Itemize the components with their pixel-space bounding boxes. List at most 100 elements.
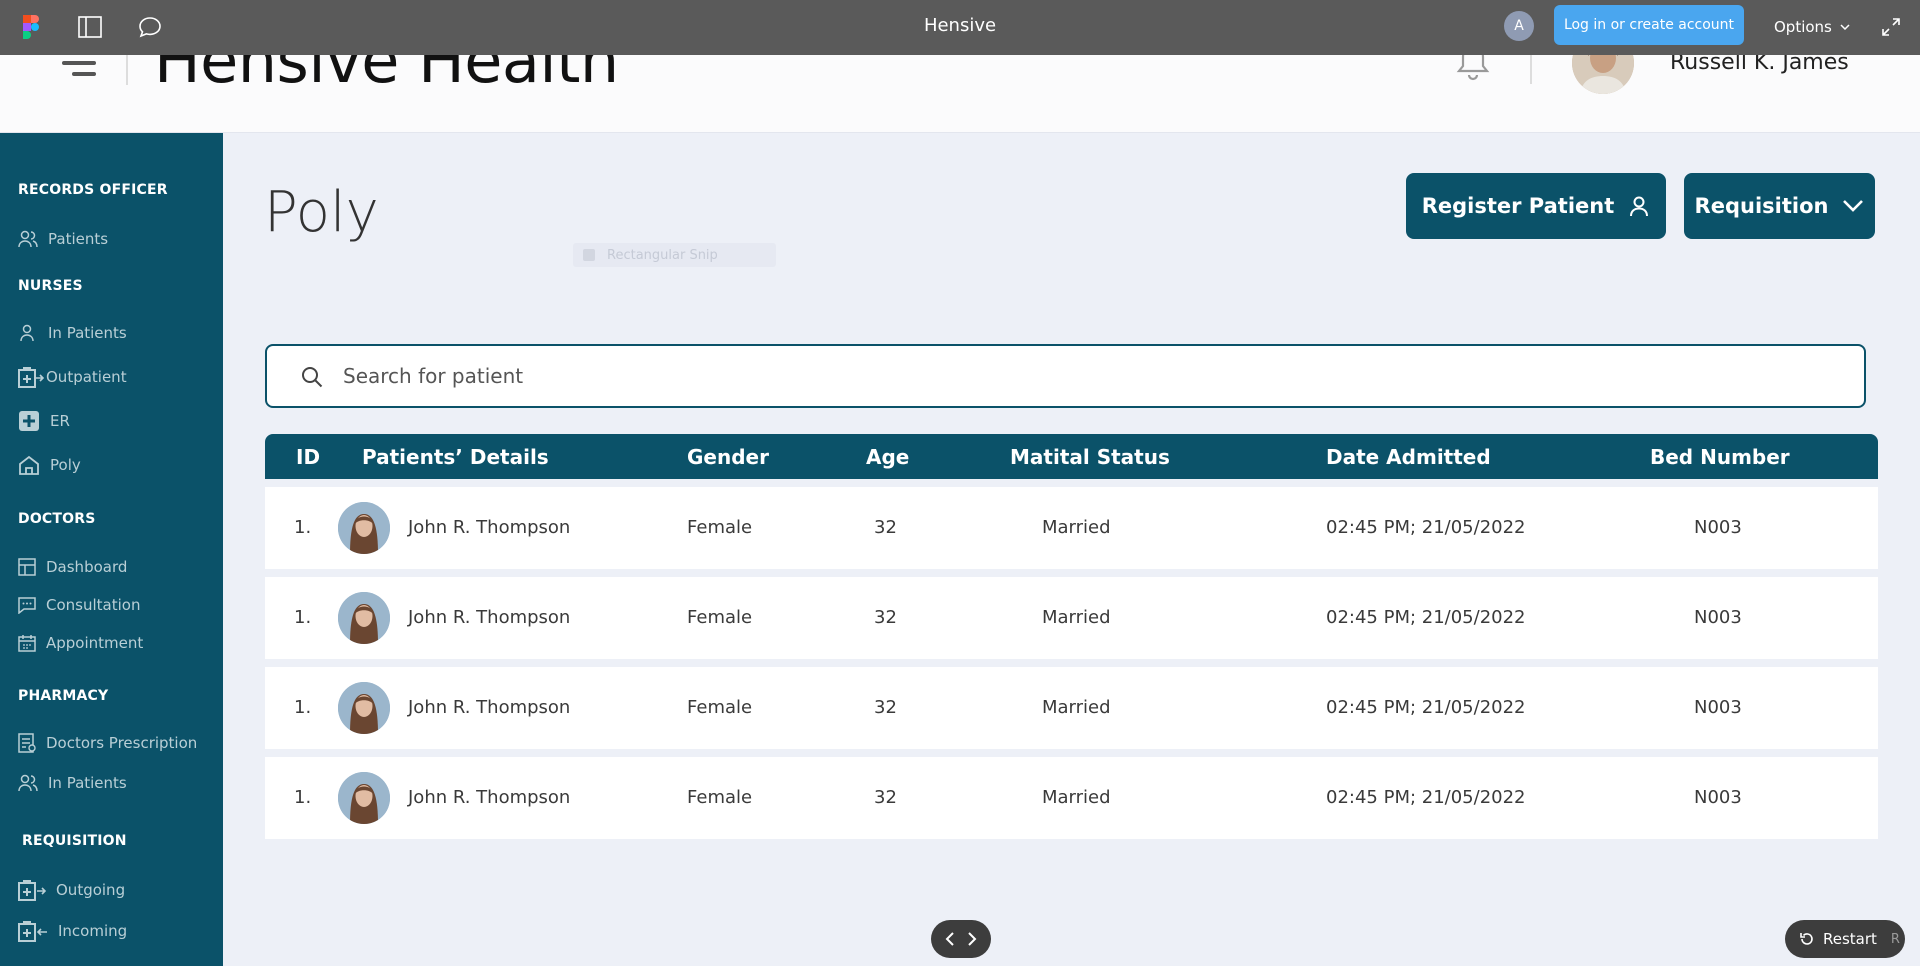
calendar-icon: [18, 635, 36, 652]
dashboard-icon: [18, 558, 36, 576]
cell-gender: Female: [687, 607, 753, 628]
chevron-down-icon: [1840, 24, 1850, 30]
chevron-right-icon[interactable]: [966, 931, 978, 947]
requisition-label: Requisition: [1694, 194, 1829, 218]
cell-date-admitted: 02:45 PM; 21/05/2022: [1326, 607, 1526, 628]
box-arrow-out-icon: [18, 880, 46, 901]
users-icon: [18, 774, 38, 792]
sidebar-item-incoming[interactable]: Incoming: [18, 918, 127, 944]
cell-date-admitted: 02:45 PM; 21/05/2022: [1326, 697, 1526, 718]
sidebar: RECORDS OFFICER Patients NURSES In Patie…: [0, 133, 223, 966]
sidebar-item-outpatient[interactable]: Outpatient: [18, 364, 127, 390]
column-header-patient-details[interactable]: Patients’ Details: [362, 445, 549, 469]
sidebar-item-consultation[interactable]: Consultation: [18, 592, 140, 618]
search-input[interactable]: [343, 358, 1823, 394]
chevron-left-icon[interactable]: [944, 931, 956, 947]
cell-marital-status: Married: [1042, 697, 1111, 718]
cell-gender: Female: [687, 517, 753, 538]
restart-icon: [1800, 933, 1813, 945]
cell-patient-name: John R. Thompson: [408, 697, 571, 718]
register-patient-button[interactable]: Register Patient: [1406, 173, 1666, 239]
cell-patient-name: John R. Thompson: [408, 787, 571, 808]
cell-age: 32: [874, 697, 897, 718]
chat-icon: [18, 597, 36, 614]
figma-toolbar: Hensive A Log in or create account Optio…: [0, 0, 1920, 55]
prototype-pager: [931, 920, 991, 958]
login-button[interactable]: Log in or create account: [1554, 5, 1744, 45]
sidebar-item-label: Outpatient: [46, 368, 127, 386]
box-arrow-out-icon: [18, 367, 44, 388]
figma-logo-icon[interactable]: [16, 12, 46, 42]
user-icon: [20, 324, 34, 342]
sidebar-item-patients[interactable]: Patients: [18, 226, 108, 252]
sidebar-item-er[interactable]: ER: [18, 408, 70, 434]
patient-avatar: [338, 682, 390, 734]
patient-avatar: [338, 592, 390, 644]
cell-patient-name: John R. Thompson: [408, 607, 571, 628]
header-divider: [126, 50, 128, 85]
sidebar-item-label: In Patients: [48, 774, 127, 792]
chevron-down-icon: [1843, 200, 1864, 212]
cell-id: 1.: [294, 787, 312, 808]
viewer-avatar[interactable]: A: [1504, 11, 1534, 41]
table-row[interactable]: 1. John R. Thompson Female 32 Married 02…: [265, 667, 1878, 749]
user-icon: [1630, 196, 1649, 217]
sidebar-item-label: ER: [50, 412, 70, 430]
table-row[interactable]: 1. John R. Thompson Female 32 Married 02…: [265, 757, 1878, 839]
patient-avatar: [338, 772, 390, 824]
medical-cross-icon: [19, 411, 39, 431]
register-patient-label: Register Patient: [1421, 194, 1615, 218]
box-arrow-in-icon: [18, 921, 47, 942]
sidebar-item-outgoing[interactable]: Outgoing: [18, 877, 125, 903]
column-header-marital-status[interactable]: Matital Status: [1010, 445, 1170, 469]
sidebar-item-doctors-prescription[interactable]: Doctors Prescription: [18, 730, 197, 756]
options-label: Options: [1774, 18, 1832, 36]
cell-gender: Female: [687, 787, 753, 808]
page-title: Poly: [264, 180, 379, 245]
cell-date-admitted: 02:45 PM; 21/05/2022: [1326, 517, 1526, 538]
fullscreen-icon[interactable]: [1876, 12, 1906, 42]
sidebar-item-appointment[interactable]: Appointment: [18, 630, 143, 656]
search-field[interactable]: [265, 344, 1866, 408]
restart-button[interactable]: Restart R: [1785, 920, 1905, 958]
sidebar-item-poly[interactable]: Poly: [18, 452, 81, 478]
users-icon: [18, 230, 38, 248]
cell-bed-number: N003: [1694, 787, 1742, 808]
options-dropdown[interactable]: Options: [1774, 12, 1850, 42]
sidebar-item-label: Outgoing: [56, 881, 126, 899]
column-header-gender[interactable]: Gender: [687, 445, 769, 469]
cell-id: 1.: [294, 607, 312, 628]
search-icon: [302, 367, 323, 388]
sidebar-item-dashboard[interactable]: Dashboard: [18, 554, 127, 580]
snip-label: Rectangular Snip: [607, 247, 718, 263]
snip-icon: [583, 249, 595, 261]
cell-bed-number: N003: [1694, 697, 1742, 718]
column-header-date-admitted[interactable]: Date Admitted: [1326, 445, 1491, 469]
cell-bed-number: N003: [1694, 517, 1742, 538]
cell-id: 1.: [294, 517, 312, 538]
column-header-age[interactable]: Age: [866, 445, 909, 469]
table-header: ID Patients’ Details Gender Age Matital …: [265, 434, 1878, 479]
cell-bed-number: N003: [1694, 607, 1742, 628]
sidebar-item-label: Consultation: [46, 596, 141, 614]
comment-icon[interactable]: [135, 12, 165, 42]
restart-label: Restart: [1823, 930, 1877, 948]
sidebar-item-in-patients[interactable]: In Patients: [18, 320, 127, 346]
sidebar-item-pharmacy-in-patients[interactable]: In Patients: [18, 770, 127, 796]
requisition-dropdown[interactable]: Requisition: [1684, 173, 1875, 239]
cell-marital-status: Married: [1042, 787, 1111, 808]
column-header-bed-number[interactable]: Bed Number: [1650, 445, 1790, 469]
restart-shortcut: R: [1890, 931, 1900, 947]
cell-marital-status: Married: [1042, 517, 1111, 538]
sidebar-section-doctors: DOCTORS: [18, 511, 96, 527]
cell-marital-status: Married: [1042, 607, 1111, 628]
prescription-icon: [18, 733, 36, 753]
sidebar-toggle-icon[interactable]: [75, 12, 105, 42]
cell-date-admitted: 02:45 PM; 21/05/2022: [1326, 787, 1526, 808]
patient-avatar: [338, 502, 390, 554]
cell-gender: Female: [687, 697, 753, 718]
sidebar-section-pharmacy: PHARMACY: [18, 688, 109, 704]
table-row[interactable]: 1. John R. Thompson Female 32 Married 02…: [265, 577, 1878, 659]
table-row[interactable]: 1. John R. Thompson Female 32 Married 02…: [265, 487, 1878, 569]
column-header-id[interactable]: ID: [296, 445, 320, 469]
